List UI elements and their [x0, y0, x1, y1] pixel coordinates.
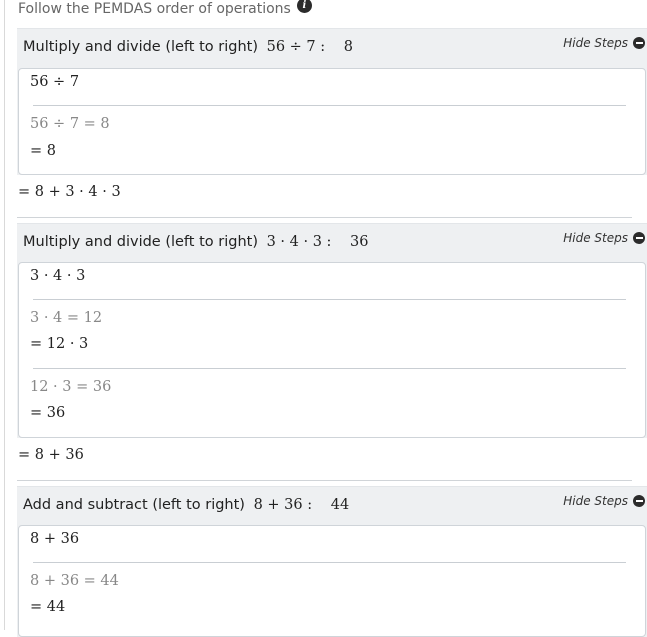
intermediate-result-1: = 8 + 3 · 4 · 3 [18, 184, 121, 200]
step-result: = 36 [30, 405, 66, 421]
steps-detail-box: 56 ÷ 7 56 ÷ 7 = 8 = 8 [18, 68, 646, 175]
left-border [4, 0, 5, 630]
divider [33, 562, 626, 563]
step-result: = 12 · 3 [30, 336, 89, 352]
section-expression: 56 ÷ 7 : [266, 39, 326, 55]
section-expression: 3 · 4 · 3 : [266, 234, 332, 250]
step-section-1: Multiply and divide (left to right) 56 ÷… [17, 28, 647, 175]
result-rule [17, 217, 632, 218]
intermediate-result-2: = 8 + 36 [18, 447, 84, 463]
hide-steps-button[interactable]: Hide Steps [563, 231, 645, 245]
pemdas-steps-panel: Follow the PEMDAS order of operations i … [0, 0, 647, 637]
section-title: Add and subtract (left to right) 8 + 36 … [23, 497, 350, 513]
header-text: Follow the PEMDAS order of operations [18, 1, 291, 17]
step-result: = 44 [30, 599, 66, 615]
detail-expression: 3 · 4 · 3 [30, 268, 86, 284]
step-calculation: 12 · 3 = 36 [30, 379, 112, 395]
step-section-3: Add and subtract (left to right) 8 + 36 … [17, 486, 647, 637]
collapse-minus-icon [633, 232, 645, 244]
result-rule [17, 480, 632, 481]
section-title: Multiply and divide (left to right) 56 ÷… [23, 39, 353, 55]
step-calculation: 56 ÷ 7 = 8 [30, 116, 110, 132]
steps-header: Follow the PEMDAS order of operations i [18, 0, 312, 17]
steps-detail-box: 3 · 4 · 3 3 · 4 = 12 = 12 · 3 12 · 3 = 3… [18, 262, 646, 438]
collapse-minus-icon [633, 495, 645, 507]
divider [33, 105, 626, 106]
detail-expression: 56 ÷ 7 [30, 74, 80, 90]
step-calculation: 3 · 4 = 12 [30, 310, 103, 326]
section-result: 8 [343, 39, 353, 55]
section-expression: 8 + 36 : [253, 497, 313, 513]
divider [33, 368, 626, 369]
steps-detail-box: 8 + 36 8 + 36 = 44 = 44 [18, 525, 646, 637]
step-calculation: 8 + 36 = 44 [30, 573, 119, 589]
section-result: 44 [330, 497, 350, 513]
step-section-2: Multiply and divide (left to right) 3 · … [17, 223, 647, 438]
hide-steps-button[interactable]: Hide Steps [563, 36, 645, 50]
divider [33, 299, 626, 300]
section-result: 36 [350, 234, 369, 250]
step-result: = 8 [30, 143, 56, 159]
detail-expression: 8 + 36 [30, 531, 80, 547]
collapse-minus-icon [633, 37, 645, 49]
hide-steps-button[interactable]: Hide Steps [563, 494, 645, 508]
section-title: Multiply and divide (left to right) 3 · … [23, 234, 369, 250]
info-icon[interactable]: i [296, 0, 312, 13]
